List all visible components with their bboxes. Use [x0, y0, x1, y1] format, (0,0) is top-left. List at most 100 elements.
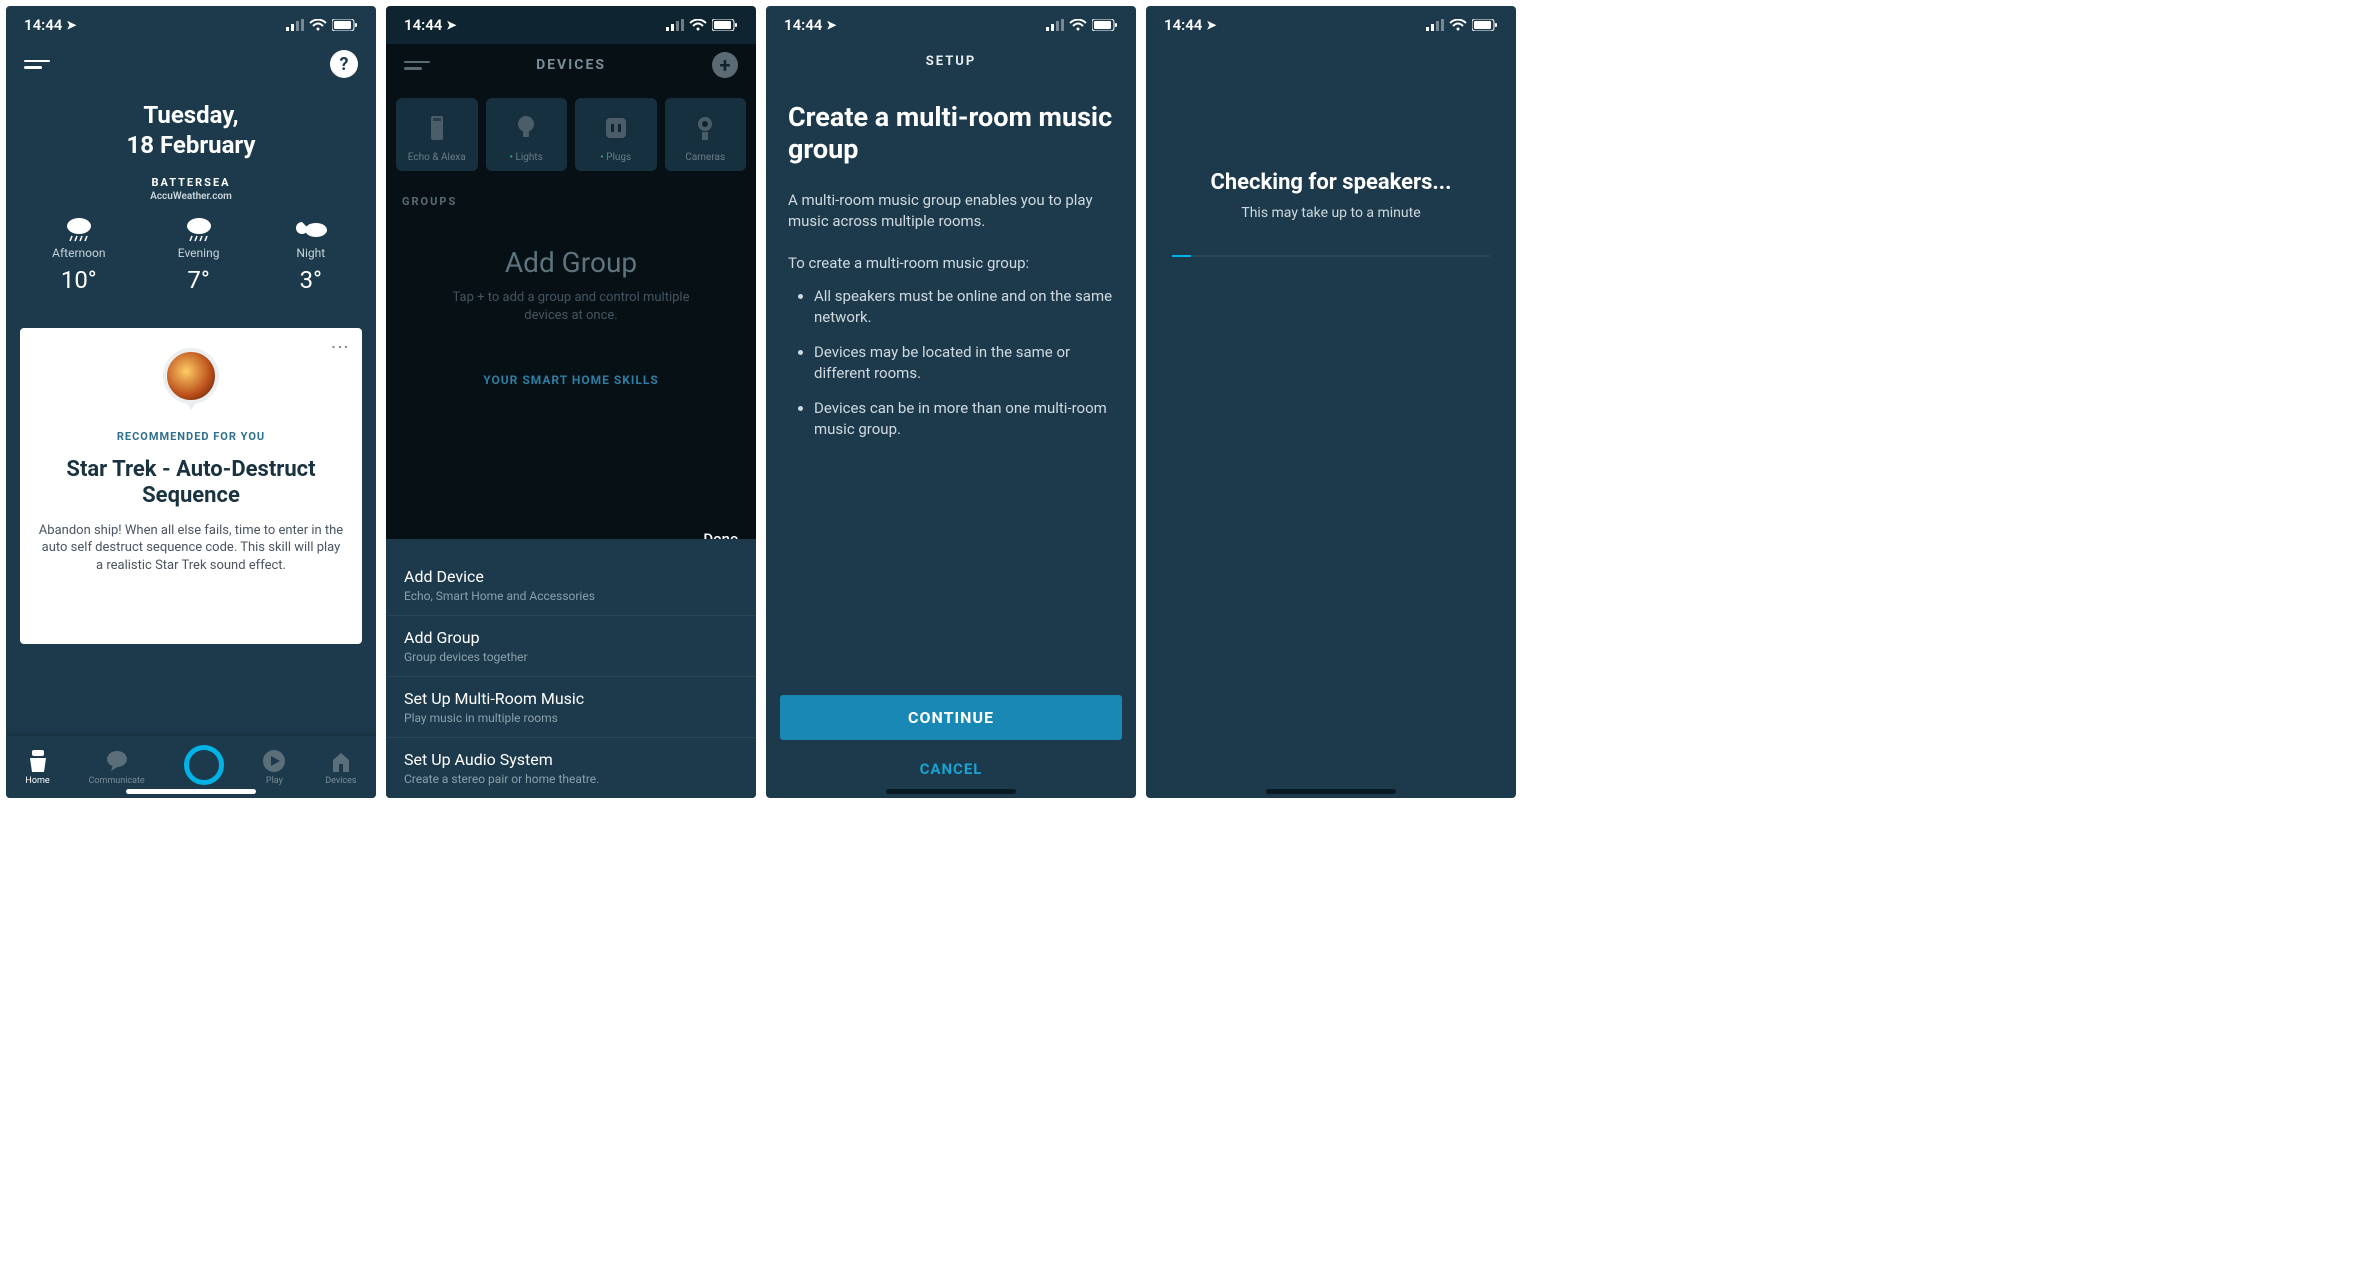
sheet-multi-room-music[interactable]: Set Up Multi-Room Music Play music in mu…: [386, 677, 756, 738]
list-item: Devices can be in more than one multi-ro…: [814, 398, 1114, 440]
cellular-icon: [1426, 19, 1444, 31]
sheet-audio-system[interactable]: Set Up Audio System Create a stereo pair…: [386, 738, 756, 798]
menu-icon[interactable]: [24, 60, 50, 69]
weather-source: AccuWeather.com: [6, 191, 376, 202]
cancel-button[interactable]: CANCEL: [780, 760, 1122, 778]
card-more-icon[interactable]: ⋮: [329, 338, 350, 354]
tab-alexa[interactable]: [184, 749, 224, 785]
status-bar: 14:44 ➤: [6, 6, 376, 44]
checking-title: Checking for speakers...: [1210, 170, 1451, 195]
add-group-title: Add Group: [386, 246, 756, 279]
home-icon: [26, 749, 50, 773]
location-services-icon: ➤: [446, 18, 456, 32]
sheet-add-group[interactable]: Add Group Group devices together: [386, 616, 756, 677]
tab-devices[interactable]: Devices: [325, 749, 356, 786]
menu-icon[interactable]: [404, 61, 430, 70]
forecast-row[interactable]: Afternoon 10° Evening 7° Night 3°: [6, 216, 376, 294]
status-time: 14:44: [784, 16, 822, 34]
home-indicator[interactable]: [126, 789, 256, 794]
wifi-icon: [309, 19, 327, 31]
status-icons: [1046, 19, 1118, 31]
screen-setup-multiroom: 14:44 ➤ SETUP Create a multi-room music …: [766, 6, 1136, 798]
setup-list-intro: To create a multi-room music group:: [788, 254, 1114, 272]
night-cloud-icon: [292, 216, 330, 244]
status-time: 14:44: [404, 16, 442, 34]
tab-label: Home: [25, 776, 49, 786]
tab-communicate[interactable]: Communicate: [88, 749, 144, 786]
rain-cloud-icon: [178, 216, 220, 244]
home-indicator[interactable]: [1266, 789, 1396, 794]
screen-devices-sheet: 14:44 ➤ DEVICES + Echo & Alexa • Lights: [386, 6, 756, 798]
echo-icon: [400, 112, 474, 144]
forecast-evening: Evening 7°: [178, 216, 220, 294]
category-plugs[interactable]: • Plugs: [575, 98, 657, 171]
forecast-night: Night 3°: [292, 216, 330, 294]
battery-icon: [1092, 19, 1118, 31]
forecast-temp: 10°: [52, 266, 105, 294]
wifi-icon: [1069, 19, 1087, 31]
screen-checking-speakers: 14:44 ➤ Checking for speakers... This ma…: [1146, 6, 1516, 798]
tab-label: Communicate: [88, 776, 144, 786]
sheet-item-subtitle: Group devices together: [404, 650, 738, 664]
forecast-period: Evening: [178, 246, 220, 260]
battery-icon: [332, 19, 358, 31]
progress-bar: [1172, 255, 1490, 257]
sheet-item-subtitle: Echo, Smart Home and Accessories: [404, 589, 738, 603]
setup-requirements-list: All speakers must be online and on the s…: [796, 286, 1114, 440]
list-item: Devices may be located in the same or di…: [814, 342, 1114, 384]
cellular-icon: [666, 19, 684, 31]
forecast-period: Night: [292, 246, 330, 260]
screen-home: 14:44 ➤ ? Tuesday, 18 February BATTERSEA…: [6, 6, 376, 798]
card-badge: RECOMMENDED FOR YOU: [38, 430, 344, 443]
help-button[interactable]: ?: [330, 50, 358, 78]
date-line-1: Tuesday,: [6, 100, 376, 130]
status-bar: 14:44 ➤: [386, 6, 756, 44]
add-button[interactable]: +: [712, 52, 738, 78]
add-group-subtitle: Tap + to add a group and control multipl…: [386, 289, 756, 325]
camera-icon: [669, 112, 743, 144]
home-indicator[interactable]: [886, 789, 1016, 794]
card-description: Abandon ship! When all else fails, time …: [38, 522, 344, 575]
category-cameras[interactable]: Cameras: [665, 98, 747, 171]
smart-home-skills-link[interactable]: YOUR SMART HOME SKILLS: [386, 373, 756, 387]
category-label: Cameras: [669, 152, 743, 163]
dimmed-background[interactable]: DEVICES + Echo & Alexa • Lights • Plugs …: [386, 44, 756, 539]
tab-label: Devices: [325, 776, 356, 786]
category-label: • Plugs: [579, 152, 653, 163]
date-line-2: 18 February: [6, 130, 376, 160]
status-bar: 14:44 ➤: [1146, 6, 1516, 44]
list-item: All speakers must be online and on the s…: [814, 286, 1114, 328]
header-title: DEVICES: [430, 57, 712, 73]
status-time: 14:44: [24, 16, 62, 34]
status-icons: [286, 19, 358, 31]
play-icon: [262, 749, 286, 773]
status-time: 14:44: [1164, 16, 1202, 34]
skill-avatar: [163, 348, 219, 404]
forecast-temp: 7°: [178, 266, 220, 294]
category-label: Echo & Alexa: [400, 152, 474, 163]
sheet-item-title: Add Device: [404, 567, 738, 586]
tab-play[interactable]: Play: [262, 749, 286, 786]
action-sheet: Add Device Echo, Smart Home and Accessor…: [386, 539, 756, 798]
category-label: • Lights: [490, 152, 564, 163]
chat-icon: [105, 749, 129, 773]
setup-paragraph: A multi-room music group enables you to …: [788, 190, 1114, 232]
checking-subtitle: This may take up to a minute: [1241, 205, 1420, 221]
wifi-icon: [1449, 19, 1467, 31]
plug-icon: [579, 112, 653, 144]
wifi-icon: [689, 19, 707, 31]
alexa-ring-icon: [184, 745, 224, 785]
recommendation-card[interactable]: ⋮ RECOMMENDED FOR YOU Star Trek - Auto-D…: [20, 328, 362, 644]
location-services-icon: ➤: [66, 18, 76, 32]
continue-button[interactable]: CONTINUE: [780, 695, 1122, 740]
setup-header: SETUP: [766, 44, 1136, 75]
groups-header: GROUPS: [386, 177, 756, 212]
tab-home[interactable]: Home: [25, 749, 49, 786]
cellular-icon: [1046, 19, 1064, 31]
lightbulb-icon: [490, 112, 564, 144]
status-icons: [1426, 19, 1498, 31]
sheet-add-device[interactable]: Add Device Echo, Smart Home and Accessor…: [386, 555, 756, 616]
category-echo[interactable]: Echo & Alexa: [396, 98, 478, 171]
location-services-icon: ➤: [1206, 18, 1216, 32]
category-lights[interactable]: • Lights: [486, 98, 568, 171]
